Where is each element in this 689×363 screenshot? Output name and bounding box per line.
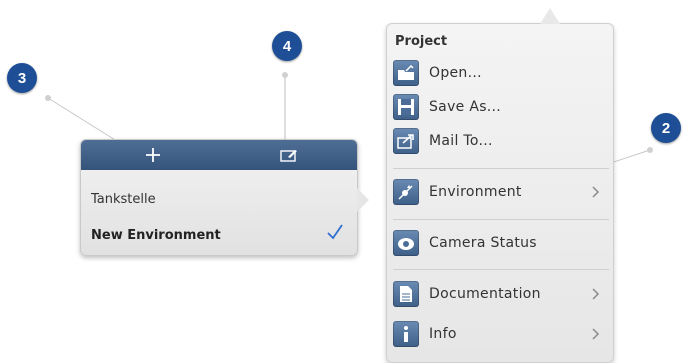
menu-item-environment[interactable]: Environment: [393, 177, 609, 207]
callout-badge-4: 4: [272, 31, 302, 61]
environment-item-new-environment[interactable]: New Environment: [91, 228, 221, 243]
environment-toolbar: [81, 140, 357, 170]
chevron-right-icon: [592, 328, 600, 340]
menu-item-mail-to[interactable]: Mail To...: [393, 126, 609, 156]
menu-separator: [393, 168, 609, 169]
add-environment-button[interactable]: [133, 140, 173, 170]
menu-item-label: Info: [429, 326, 457, 342]
menu-separator: [393, 219, 609, 220]
callout-badge-2: 2: [651, 113, 681, 143]
camera-icon: [393, 230, 419, 256]
edit-icon: [280, 150, 297, 162]
menu-item-open[interactable]: Open...: [393, 58, 609, 88]
callout-badge-3: 3: [7, 63, 37, 93]
edit-environment-button[interactable]: [269, 140, 309, 170]
menu-arrow: [540, 8, 560, 24]
menu-item-info[interactable]: Info: [393, 319, 609, 349]
popover-arrow: [357, 188, 369, 212]
menu-item-save-as[interactable]: Save As...: [393, 92, 609, 122]
plus-icon: [146, 148, 160, 162]
environment-icon: [393, 179, 419, 205]
menu-item-label: Environment: [429, 184, 522, 200]
document-icon: [393, 281, 419, 307]
mail-share-icon: [393, 128, 419, 154]
open-folder-icon: [393, 60, 419, 86]
environment-popover: Tankstelle New Environment: [80, 139, 369, 256]
save-disk-icon: [393, 94, 419, 120]
menu-item-label: Mail To...: [429, 133, 493, 149]
menu-item-label: Save As...: [429, 99, 502, 115]
chevron-right-icon: [592, 186, 600, 198]
menu-item-label: Camera Status: [429, 235, 537, 251]
menu-title: Project: [395, 34, 448, 49]
menu-item-label: Open...: [429, 65, 482, 81]
environment-item-tankstelle[interactable]: Tankstelle: [91, 192, 156, 207]
menu-item-documentation[interactable]: Documentation: [393, 279, 609, 309]
checkmark-icon: [327, 224, 343, 240]
menu-item-camera-status[interactable]: Camera Status: [393, 228, 609, 258]
menu-item-label: Documentation: [429, 286, 541, 302]
info-icon: [393, 321, 419, 347]
menu-separator: [393, 269, 609, 270]
chevron-right-icon: [592, 288, 600, 300]
project-menu: Project Open... Save As... Mail To... En…: [386, 8, 614, 363]
